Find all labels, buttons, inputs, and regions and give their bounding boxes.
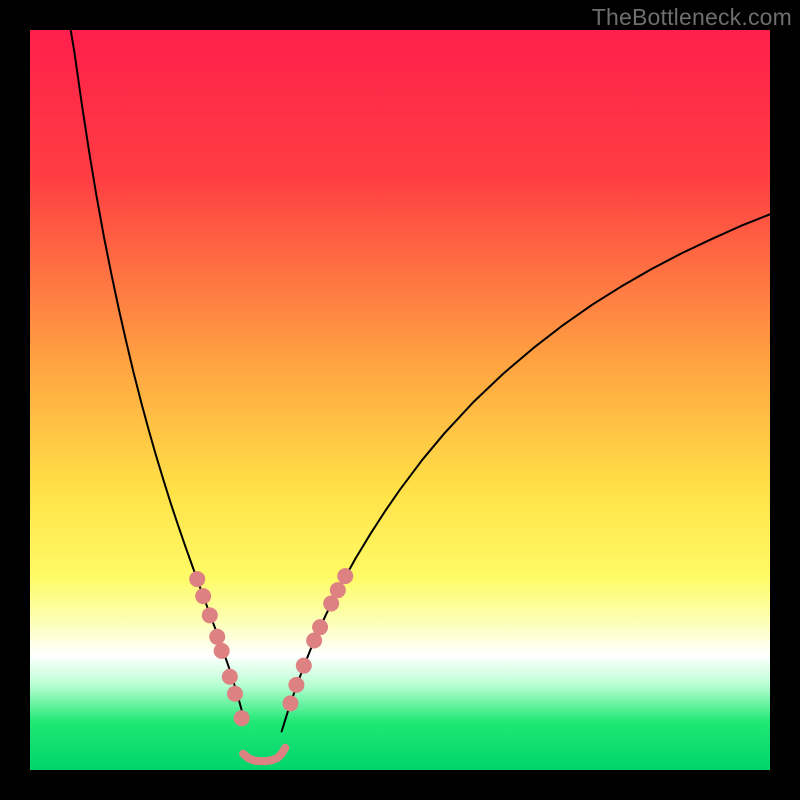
dot-left-dots: [234, 710, 250, 726]
dot-left-dots: [209, 629, 225, 645]
dot-left-dots: [202, 607, 218, 623]
dot-right-dots: [330, 582, 346, 598]
dot-left-dots: [222, 669, 238, 685]
dot-left-dots: [189, 571, 205, 587]
watermark-text: TheBottleneck.com: [592, 4, 792, 31]
dot-right-dots: [282, 695, 298, 711]
dot-right-dots: [337, 568, 353, 584]
dot-left-dots: [214, 643, 230, 659]
dot-left-dots: [227, 686, 243, 702]
chart-svg: [30, 30, 770, 770]
plot-area: [30, 30, 770, 770]
dot-left-dots: [195, 588, 211, 604]
dot-right-dots: [288, 677, 304, 693]
chart-container: TheBottleneck.com: [0, 0, 800, 800]
dot-right-dots: [296, 658, 312, 674]
dot-right-dots: [312, 619, 328, 635]
